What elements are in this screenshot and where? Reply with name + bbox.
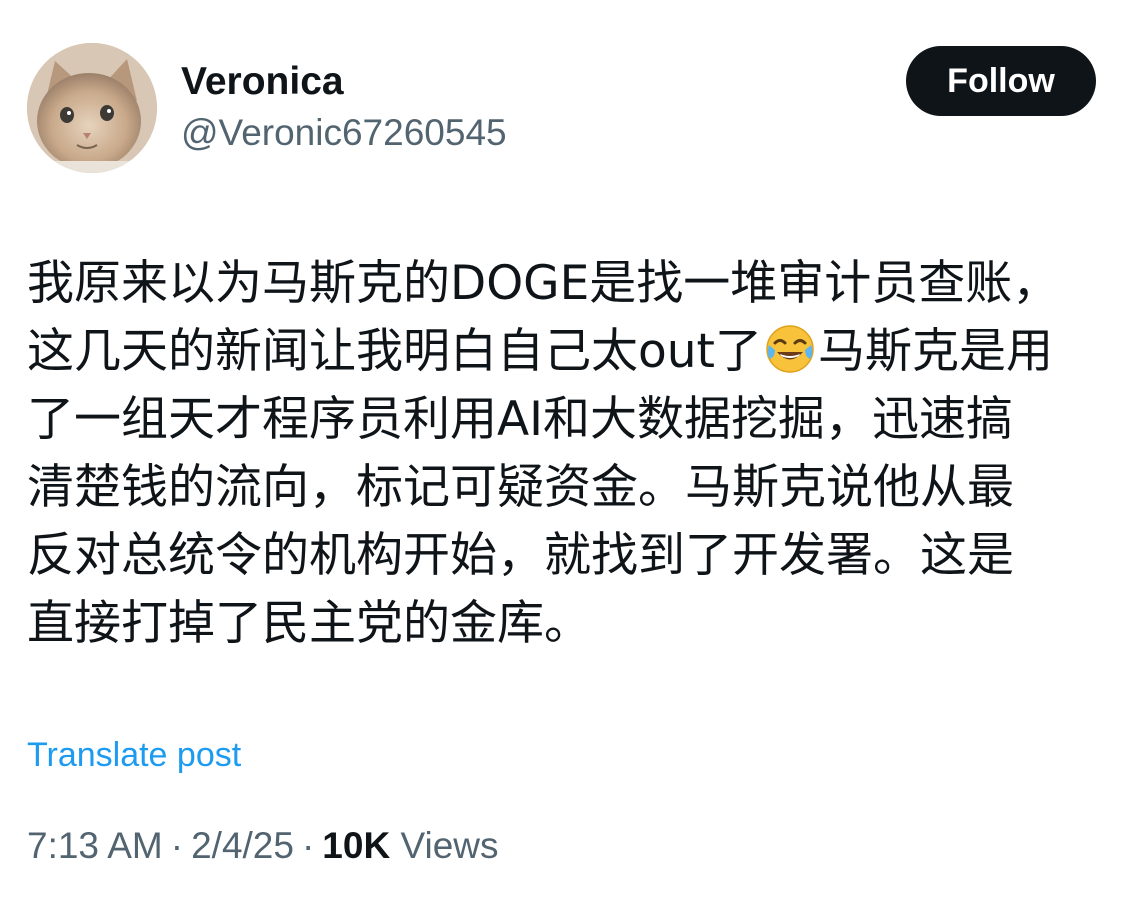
post-line-text: 这几天的新闻让我明白自己太out了 bbox=[27, 324, 762, 379]
post-text: 我原来以为马斯克的DOGE是找一堆审计员查账， 这几天的新闻让我明白自己太out… bbox=[27, 250, 1127, 658]
cat-avatar-icon bbox=[27, 43, 157, 173]
user-handle[interactable]: @Veronic67260545 bbox=[181, 110, 507, 156]
post-line: 直接打掉了民主党的金库。 bbox=[27, 596, 591, 651]
follow-button[interactable]: Follow bbox=[906, 46, 1096, 116]
post-line: 了一组天才程序员利用AI和大数据挖掘，迅速搞 bbox=[27, 392, 1014, 447]
views-label: Views bbox=[400, 825, 499, 866]
post-meta: 7:13 AM · 2/4/25 · 10K Views bbox=[27, 823, 499, 869]
post-date[interactable]: 2/4/25 bbox=[191, 825, 294, 866]
separator-dot: · bbox=[301, 825, 315, 866]
post-time[interactable]: 7:13 AM bbox=[27, 825, 163, 866]
separator-dot: · bbox=[170, 825, 184, 866]
display-name[interactable]: Veronica bbox=[181, 58, 344, 106]
translate-post-link[interactable]: Translate post bbox=[27, 733, 241, 777]
face-with-tears-of-joy-icon bbox=[766, 325, 814, 373]
post-line-text: 马斯克是用 bbox=[817, 324, 1053, 379]
views-count: 10K bbox=[322, 825, 391, 866]
avatar[interactable] bbox=[27, 43, 157, 173]
post-line: 反对总统令的机构开始，就找到了开发署。这是 bbox=[27, 528, 1014, 583]
post-line: 这几天的新闻让我明白自己太out了 马斯克是用 bbox=[27, 318, 1127, 386]
post-line: 清楚钱的流向，标记可疑资金。马斯克说他从最 bbox=[27, 460, 1014, 515]
post-line: 我原来以为马斯克的DOGE是找一堆审计员查账， bbox=[27, 256, 1060, 311]
